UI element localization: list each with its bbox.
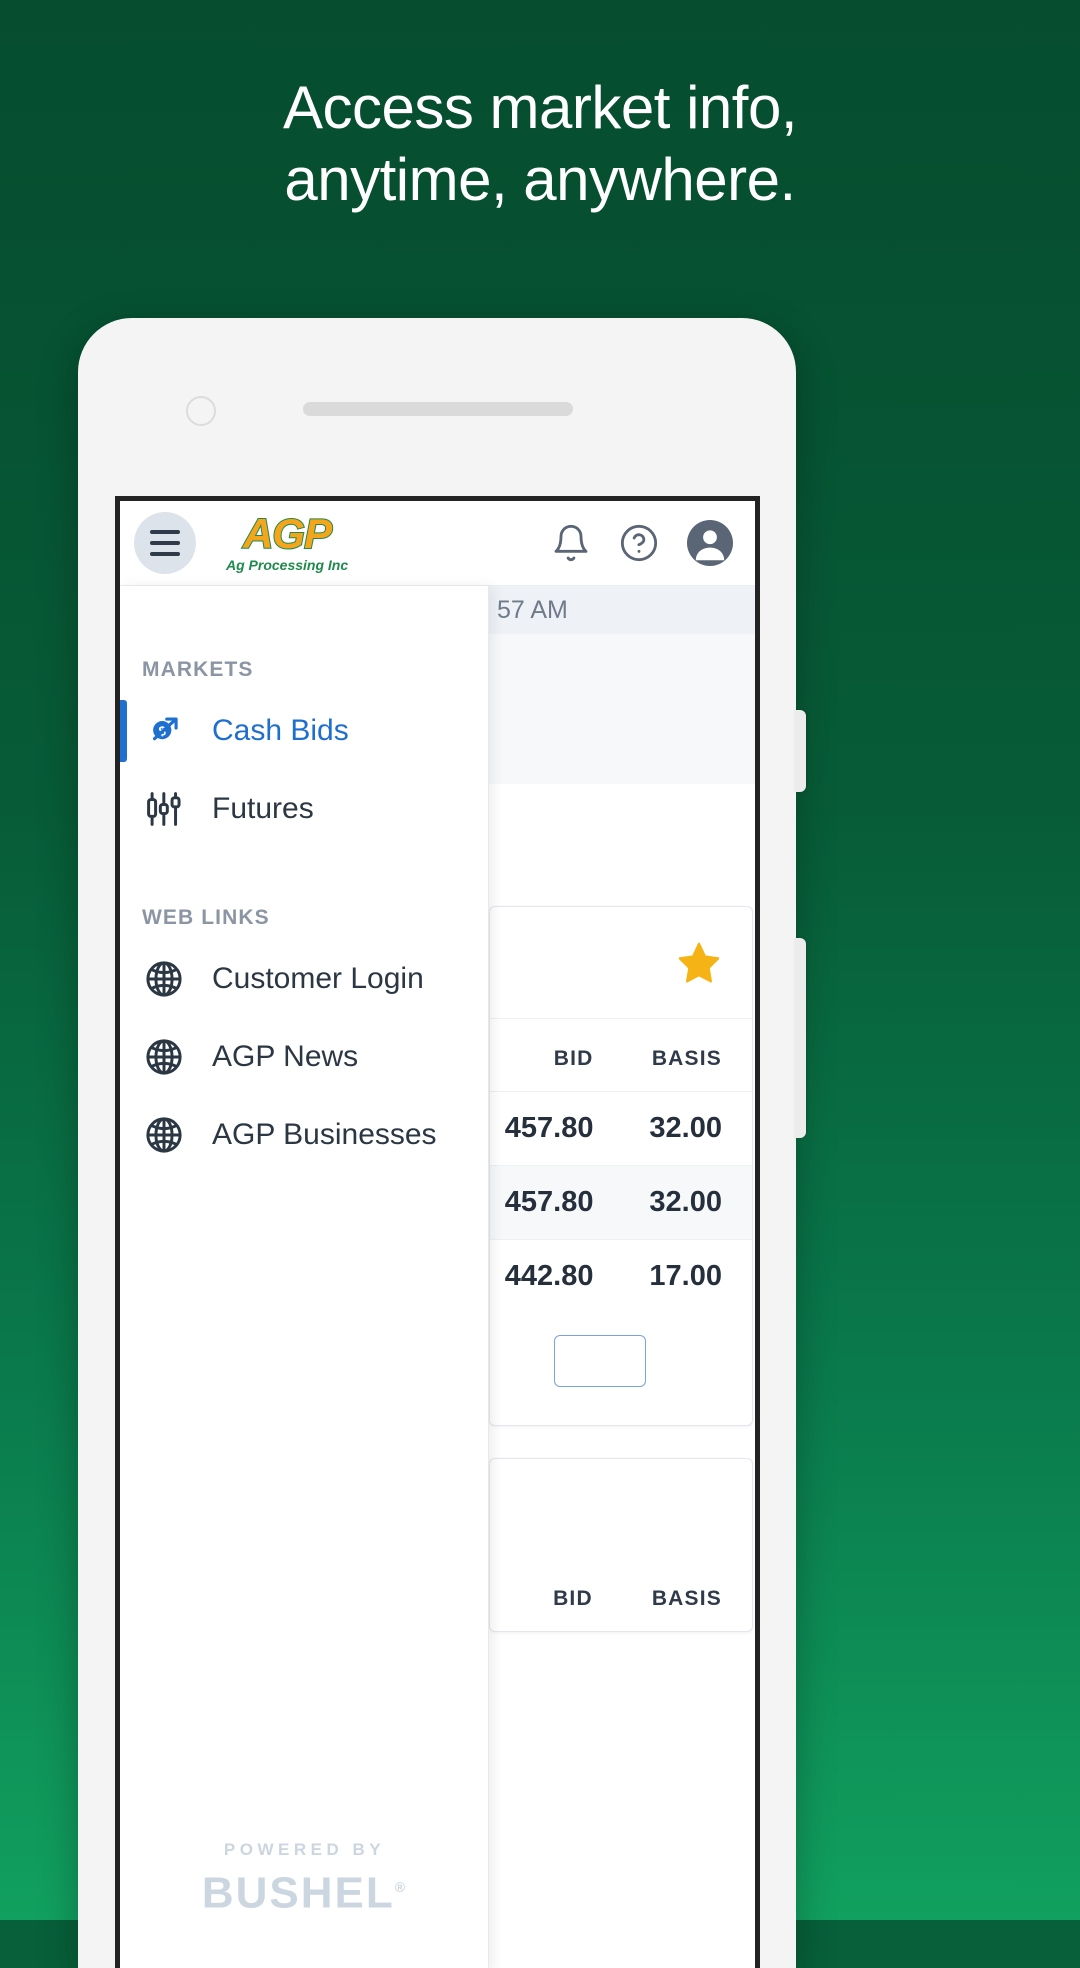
agp-logo: AGP Ag Processing Inc <box>226 510 349 574</box>
app-bar-actions <box>551 520 733 566</box>
column-header-basis: BASIS <box>651 1047 722 1070</box>
bid-card[interactable]: BID BASIS <box>489 1458 753 1632</box>
promo-headline: Access market info, anytime, anywhere. <box>0 72 1080 216</box>
bid-table: BID BASIS 457.80 32.00 457.80 32.00 442.… <box>490 1019 752 1313</box>
app-bar: AGP Ag Processing Inc <box>120 501 755 586</box>
star-icon[interactable] <box>676 940 722 986</box>
bid-table-header-row: BID BASIS <box>490 1559 752 1631</box>
hamburger-line <box>150 552 180 556</box>
globe-icon <box>142 1035 186 1079</box>
bid-card[interactable]: BID BASIS 457.80 32.00 457.80 32.00 442.… <box>489 906 753 1426</box>
bushel-powered-by-text: POWERED BY <box>223 1840 386 1860</box>
candlestick-icon <box>142 787 186 831</box>
column-header-bid: BID <box>553 1587 593 1610</box>
drawer-item-label: AGP News <box>212 1040 359 1073</box>
bushel-trademark: ® <box>394 1879 408 1896</box>
drawer-item-label: Futures <box>212 792 314 825</box>
phone-front-camera <box>186 396 216 426</box>
drawer-section-label-markets: MARKETS <box>142 658 254 681</box>
screen-body: 57 AM BID BASIS 457.80 32.00 457.80 32.0… <box>120 586 755 1968</box>
bid-card-header <box>490 907 752 1019</box>
agp-logo-subtitle: Ag Processing Inc <box>226 557 349 573</box>
drawer-item-futures[interactable]: Futures <box>120 770 488 848</box>
agp-logo-mark: AGP <box>242 510 333 557</box>
quote-summary-panel <box>489 634 755 784</box>
drawer-item-agp-news[interactable]: AGP News <box>120 1018 488 1096</box>
phone-earpiece-speaker <box>303 402 573 416</box>
quote-timestamp-bar: 57 AM <box>489 586 755 634</box>
hamburger-line <box>150 541 180 545</box>
phone-top-bezel <box>78 318 796 496</box>
drawer-item-label: Cash Bids <box>212 714 349 747</box>
bid-card-footer <box>490 1313 752 1425</box>
navigation-drawer: MARKETS $ Cash Bids Futures WEB LINKS Cu… <box>120 586 489 1968</box>
dollar-trend-icon: $ <box>142 709 186 753</box>
drawer-item-agp-businesses[interactable]: AGP Businesses <box>120 1096 488 1174</box>
column-header-bid: BID <box>553 1047 594 1070</box>
bid-table-header-row: BID BASIS <box>490 1019 752 1092</box>
hamburger-menu-icon[interactable] <box>134 512 196 574</box>
headline-line-2: anytime, anywhere. <box>284 146 796 213</box>
bid-table: BID BASIS <box>490 1559 752 1631</box>
column-header-basis: BASIS <box>651 1587 722 1610</box>
bushel-brand-label: BUSHEL <box>201 1869 395 1918</box>
bushel-footer-logo: POWERED BY BUSHEL® <box>120 1840 489 1919</box>
user-avatar-icon[interactable] <box>687 520 733 566</box>
cell-bid: 457.80 <box>490 1165 608 1240</box>
bid-card-action-button[interactable] <box>554 1335 646 1387</box>
bid-card-header <box>490 1459 752 1559</box>
avatar-glyph <box>695 530 725 561</box>
quote-timestamp: 57 AM <box>497 595 568 624</box>
cell-basis: 17.00 <box>607 1239 752 1313</box>
drawer-item-customer-login[interactable]: Customer Login <box>120 940 488 1018</box>
question-circle-icon[interactable] <box>619 523 659 563</box>
table-row[interactable]: 457.80 32.00 <box>490 1091 752 1166</box>
table-row[interactable]: 457.80 32.00 <box>490 1165 752 1240</box>
phone-screen: AGP Ag Processing Inc 57 AM BID BASIS 45… <box>115 496 760 1968</box>
phone-side-button-upper <box>794 710 806 792</box>
hamburger-line <box>150 530 180 534</box>
cell-bid: 457.80 <box>490 1091 608 1166</box>
globe-icon <box>142 1113 186 1157</box>
cell-basis: 32.00 <box>607 1091 752 1166</box>
cell-basis: 32.00 <box>607 1165 752 1240</box>
bushel-brand-text: BUSHEL® <box>120 1862 489 1919</box>
globe-icon <box>142 957 186 1001</box>
drawer-item-label: AGP Businesses <box>212 1118 437 1151</box>
bell-icon[interactable] <box>551 523 591 563</box>
table-row[interactable]: 442.80 17.00 <box>490 1239 752 1313</box>
phone-side-button-lower <box>794 938 806 1138</box>
headline-line-1: Access market info, <box>282 74 798 141</box>
cell-bid: 442.80 <box>490 1239 608 1313</box>
drawer-item-label: Customer Login <box>212 962 424 995</box>
phone-device-mockup: AGP Ag Processing Inc 57 AM BID BASIS 45… <box>78 318 806 1968</box>
drawer-section-label-web-links: WEB LINKS <box>142 906 270 929</box>
drawer-item-cash-bids[interactable]: $ Cash Bids <box>120 692 488 770</box>
